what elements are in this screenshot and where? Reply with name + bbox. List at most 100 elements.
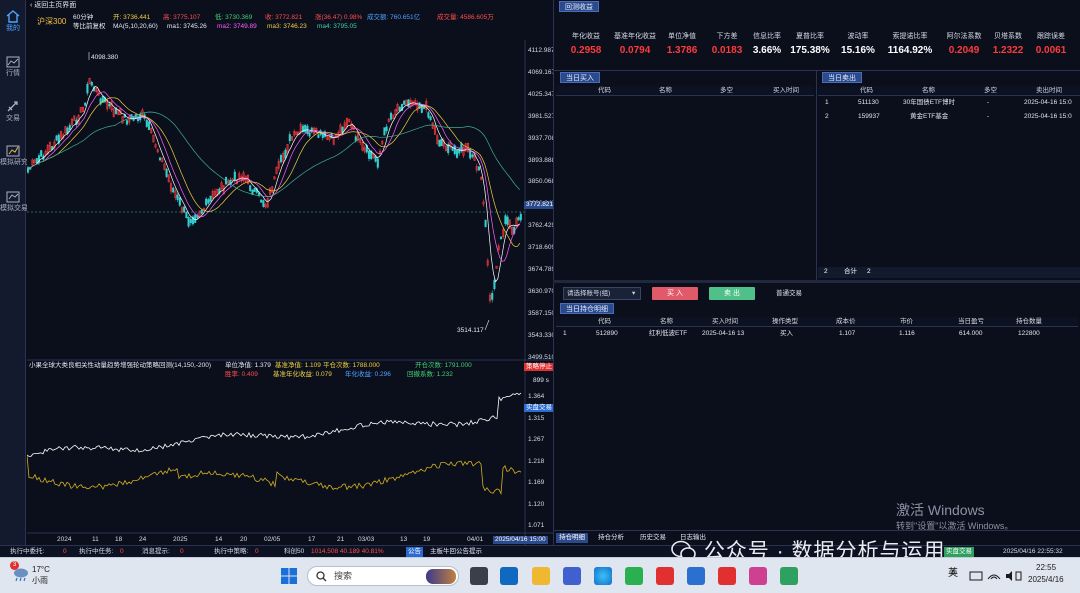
sidebar-item-market[interactable]: 行情 <box>0 52 26 86</box>
candle <box>284 149 287 159</box>
low-value: 低: 3730.369 <box>215 14 253 21</box>
tab-holdings[interactable]: 当日持仓明细 <box>560 303 614 314</box>
wps-icon[interactable] <box>656 567 674 585</box>
low-marker-line <box>484 319 490 331</box>
candle <box>183 206 186 213</box>
scrollbar[interactable] <box>553 280 1080 283</box>
candle <box>407 99 410 108</box>
amount-value: 成交额: 760.651亿 <box>367 14 421 21</box>
period-label[interactable]: 60分钟 <box>73 14 93 22</box>
table-row[interactable]: 1 511130 30年国债ETF博时 - 2025-04-16 15:0 <box>818 97 1080 109</box>
app-icon[interactable] <box>718 567 736 585</box>
sim-trade-icon <box>6 191 20 203</box>
sidebar-item-mine[interactable]: 我的 <box>0 6 26 40</box>
candle <box>519 213 522 221</box>
tab-history[interactable]: 历史交易 <box>640 534 666 542</box>
unit-nav: 单位净值: 1.379 <box>225 362 271 369</box>
tray-icons[interactable] <box>966 569 1022 583</box>
candle <box>440 138 443 147</box>
candle <box>499 236 503 240</box>
notification-badge: 3 <box>10 561 19 570</box>
candle <box>35 158 38 164</box>
clock-time[interactable]: 22:55 <box>1036 564 1056 572</box>
sidebar-item-sim-trade[interactable]: 模拟交易 <box>0 186 28 220</box>
ma3-line <box>27 97 521 247</box>
store-icon[interactable] <box>563 567 581 585</box>
trade-mode[interactable]: 普通交易 <box>776 290 802 298</box>
candle <box>249 185 252 191</box>
strategy-stop-tag[interactable]: 策略停止 <box>524 363 554 371</box>
metric-label: 信息比率 <box>753 33 781 40</box>
outlook-icon[interactable] <box>500 567 518 585</box>
candle <box>317 134 320 138</box>
price-tick: 3718.609 <box>528 244 556 252</box>
candle <box>176 194 179 200</box>
price-tick: 3850.068 <box>528 178 556 186</box>
metric-value: 175.38% <box>790 45 830 56</box>
candle <box>517 217 520 221</box>
nav-tick: 1.218 <box>528 457 545 465</box>
current-time-tag: 2025/04/16 15:00 <box>493 536 548 544</box>
wechat-app-icon[interactable] <box>625 567 643 585</box>
candle <box>233 171 236 180</box>
clock-date[interactable]: 2025/4/16 <box>1028 576 1064 584</box>
metric-label: 贝塔系数 <box>994 33 1022 40</box>
nav-tick: 1.120 <box>528 500 545 508</box>
table-row[interactable]: 2 159937 黄金ETF基金 - 2025-04-16 15:0 <box>818 111 1080 123</box>
sell-button[interactable]: 卖 出 <box>709 287 755 300</box>
tab-position-analysis[interactable]: 持仓分析 <box>598 534 624 542</box>
candle <box>308 132 311 137</box>
candle <box>376 158 379 168</box>
ma-params: MA(5,10,20,60) <box>113 23 158 30</box>
close-count: 平仓次数: 1788.000 <box>323 362 380 369</box>
back-button[interactable]: ‹ 返回主页界面 <box>30 2 76 10</box>
time-tick: 14 <box>215 536 223 543</box>
account-select[interactable]: 请选择账号(组) ▾ <box>563 287 641 300</box>
edge-icon[interactable] <box>594 567 612 585</box>
metric-label: 波动率 <box>847 33 869 40</box>
candle <box>84 102 87 106</box>
candle <box>158 157 162 161</box>
candle <box>194 214 197 223</box>
candle <box>90 81 93 86</box>
start-button[interactable] <box>280 567 298 585</box>
ma2-value: ma2: 3749.89 <box>217 23 257 30</box>
time-tick: 02/05 <box>264 536 281 543</box>
search-highlight-icon <box>426 569 456 584</box>
file-explorer-icon[interactable] <box>532 567 550 585</box>
time-tick: 19 <box>423 536 431 543</box>
task-view-icon[interactable] <box>470 567 488 585</box>
sidebar-label: 我的 <box>6 25 20 32</box>
sidebar-label: 模拟研究 <box>0 159 28 166</box>
live-trade-tag[interactable]: 实盘交易 <box>524 404 554 412</box>
notice-tag[interactable]: 公告 <box>406 547 423 557</box>
taskbar-search[interactable]: 搜索 <box>307 566 459 586</box>
timer-value: 899 s <box>533 377 549 384</box>
buy-table-header: 代码 名称 多空 买入时间 <box>556 86 814 96</box>
time-tick: 21 <box>337 536 345 543</box>
trade-icon <box>7 101 18 112</box>
sidebar-item-research[interactable]: 模拟研究 <box>0 140 28 174</box>
win-rate: 胜率: 0.409 <box>225 371 258 378</box>
buy-button[interactable]: 买 入 <box>652 287 698 300</box>
tab-today-buy[interactable]: 当日买入 <box>560 72 600 83</box>
tab-today-sell[interactable]: 当日卖出 <box>822 72 862 83</box>
time-tick: 11 <box>92 536 99 543</box>
terminal-icon[interactable] <box>780 567 798 585</box>
table-row[interactable]: 1 512890 红利低波ETF 2025-04-16 13 买入 1.107 … <box>556 328 1078 340</box>
candle <box>279 155 283 163</box>
adjust-label[interactable]: 等比前复权 <box>73 23 106 31</box>
candle <box>178 197 181 206</box>
candle <box>438 139 441 147</box>
candle <box>506 216 509 225</box>
trading-app-icon[interactable] <box>687 567 705 585</box>
tab-backtest-returns[interactable]: 回测收益 <box>559 1 599 12</box>
current-price-tag: 3772.821 <box>524 201 556 209</box>
candle <box>55 135 58 141</box>
kline-chart[interactable] <box>27 0 553 545</box>
ime-indicator[interactable]: 英 <box>948 569 958 579</box>
tab-positions[interactable]: 持仓明细 <box>556 533 588 543</box>
candle <box>189 218 192 224</box>
sidebar-item-trade[interactable]: 交易 <box>0 96 26 130</box>
browser-icon[interactable] <box>749 567 767 585</box>
